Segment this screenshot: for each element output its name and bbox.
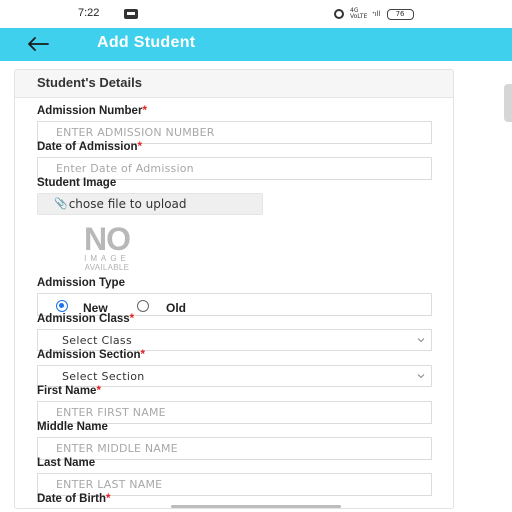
admission-section-value: Select Section	[62, 370, 145, 383]
message-notification-icon	[124, 9, 138, 19]
page-title: Add Student	[97, 34, 196, 51]
required-marker: *	[96, 385, 101, 397]
no-image-big-text: NO	[84, 221, 131, 257]
arrow-left-icon	[28, 37, 49, 51]
alarm-icon	[334, 9, 344, 19]
radio-new[interactable]	[56, 300, 68, 312]
battery-icon: 76	[386, 8, 414, 20]
admission-section-select[interactable]: Select Section	[37, 365, 432, 387]
upload-file-button[interactable]: 📎 chose file to upload	[37, 193, 263, 215]
card-title: Student's Details	[37, 75, 142, 90]
required-marker: *	[137, 141, 143, 153]
admission-type-label: Admission Type	[37, 277, 125, 289]
gesture-navigation-bar[interactable]	[171, 505, 341, 508]
upload-file-label: chose file to upload	[68, 197, 187, 211]
no-image-placeholder: NO IMAGE AVAILABLE	[67, 221, 147, 272]
status-indicators: 4G VoLTE ᐩıll 76	[334, 8, 414, 20]
app-bar: Add Student	[0, 28, 512, 61]
signal-icon: ᐩıll	[372, 10, 381, 18]
back-button[interactable]	[22, 32, 54, 56]
middle-name-label: Middle Name	[37, 421, 108, 433]
paperclip-icon: 📎	[54, 197, 68, 210]
middle-name-input[interactable]: ENTER MIDDLE NAME	[37, 437, 432, 460]
required-marker: *	[106, 493, 111, 505]
status-bar: 7:22 4G VoLTE ᐩıll 76	[0, 0, 512, 28]
network-type: 4G VoLTE	[350, 7, 368, 20]
student-details-card: Student's Details Admission Number* ENTE…	[14, 69, 454, 509]
required-marker: *	[142, 105, 147, 117]
side-drawer-handle[interactable]	[504, 84, 512, 122]
chevron-down-icon	[417, 374, 425, 379]
date-of-admission-label: Date of Admission*	[37, 141, 143, 153]
first-name-label: First Name*	[37, 385, 101, 397]
required-marker: *	[129, 313, 135, 325]
radio-old-label[interactable]: Old	[166, 301, 186, 315]
admission-class-label: Admission Class*	[37, 313, 135, 325]
status-time: 7:22	[78, 7, 100, 19]
no-image-line2: AVAILABLE	[84, 263, 130, 272]
last-name-label: Last Name	[37, 457, 96, 469]
admission-section-label: Admission Section*	[37, 349, 146, 361]
card-header: Student's Details	[15, 70, 453, 98]
admission-number-label: Admission Number*	[37, 105, 147, 117]
radio-old[interactable]	[137, 300, 149, 312]
required-marker: *	[140, 349, 146, 361]
admission-class-value: Select Class	[62, 334, 132, 347]
student-image-label: Student Image	[37, 177, 117, 189]
date-of-birth-label: Date of Birth*	[37, 493, 111, 505]
chevron-down-icon	[417, 338, 425, 343]
admission-class-select[interactable]: Select Class	[37, 329, 432, 351]
